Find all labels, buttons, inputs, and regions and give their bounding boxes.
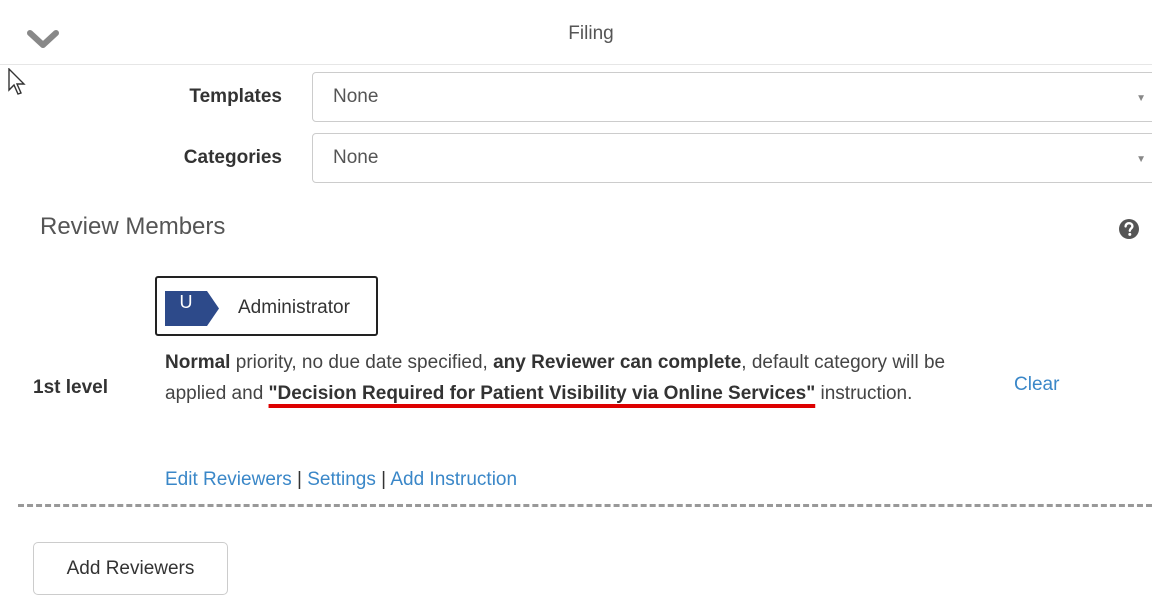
templates-select-value: None: [333, 86, 379, 107]
caret-down-icon: ▼: [1136, 93, 1146, 104]
edit-reviewers-link[interactable]: Edit Reviewers: [165, 469, 292, 490]
review-description: Normal priority, no due date specified, …: [165, 352, 946, 404]
settings-link[interactable]: Settings: [307, 469, 376, 490]
templates-label: Templates: [189, 86, 282, 107]
categories-select[interactable]: None ▼: [312, 133, 1152, 183]
categories-label: Categories: [183, 147, 282, 168]
level-label: 1st level: [33, 377, 108, 398]
reviewer-actions: Edit Reviewers | Settings | Add Instruct…: [165, 469, 517, 491]
priority-text: Normal: [165, 352, 231, 373]
section-title-filing: Filing: [568, 23, 614, 44]
add-reviewers-button[interactable]: Add Reviewers: [33, 542, 228, 595]
user-badge-letter: U: [179, 292, 193, 312]
reviewer-name: Administrator: [238, 297, 350, 318]
separator: |: [297, 469, 302, 490]
instruction-text: "Decision Required for Patient Visibilit…: [268, 383, 816, 404]
dashed-divider: [18, 504, 1152, 507]
filing-header: Filing: [0, 0, 1152, 65]
separator: |: [381, 469, 387, 490]
caret-down-icon: ▼: [1136, 154, 1146, 165]
completion-text: any Reviewer can complete: [493, 352, 742, 373]
categories-select-value: None: [333, 147, 379, 168]
reviewer-chip-administrator[interactable]: U Administrator: [155, 276, 378, 336]
review-members-title: Review Members: [40, 213, 226, 240]
question-circle-icon[interactable]: [1118, 218, 1140, 240]
add-instruction-link[interactable]: Add Instruction: [390, 469, 517, 490]
templates-select[interactable]: None ▼: [312, 72, 1152, 122]
clear-link[interactable]: Clear: [1014, 374, 1059, 396]
